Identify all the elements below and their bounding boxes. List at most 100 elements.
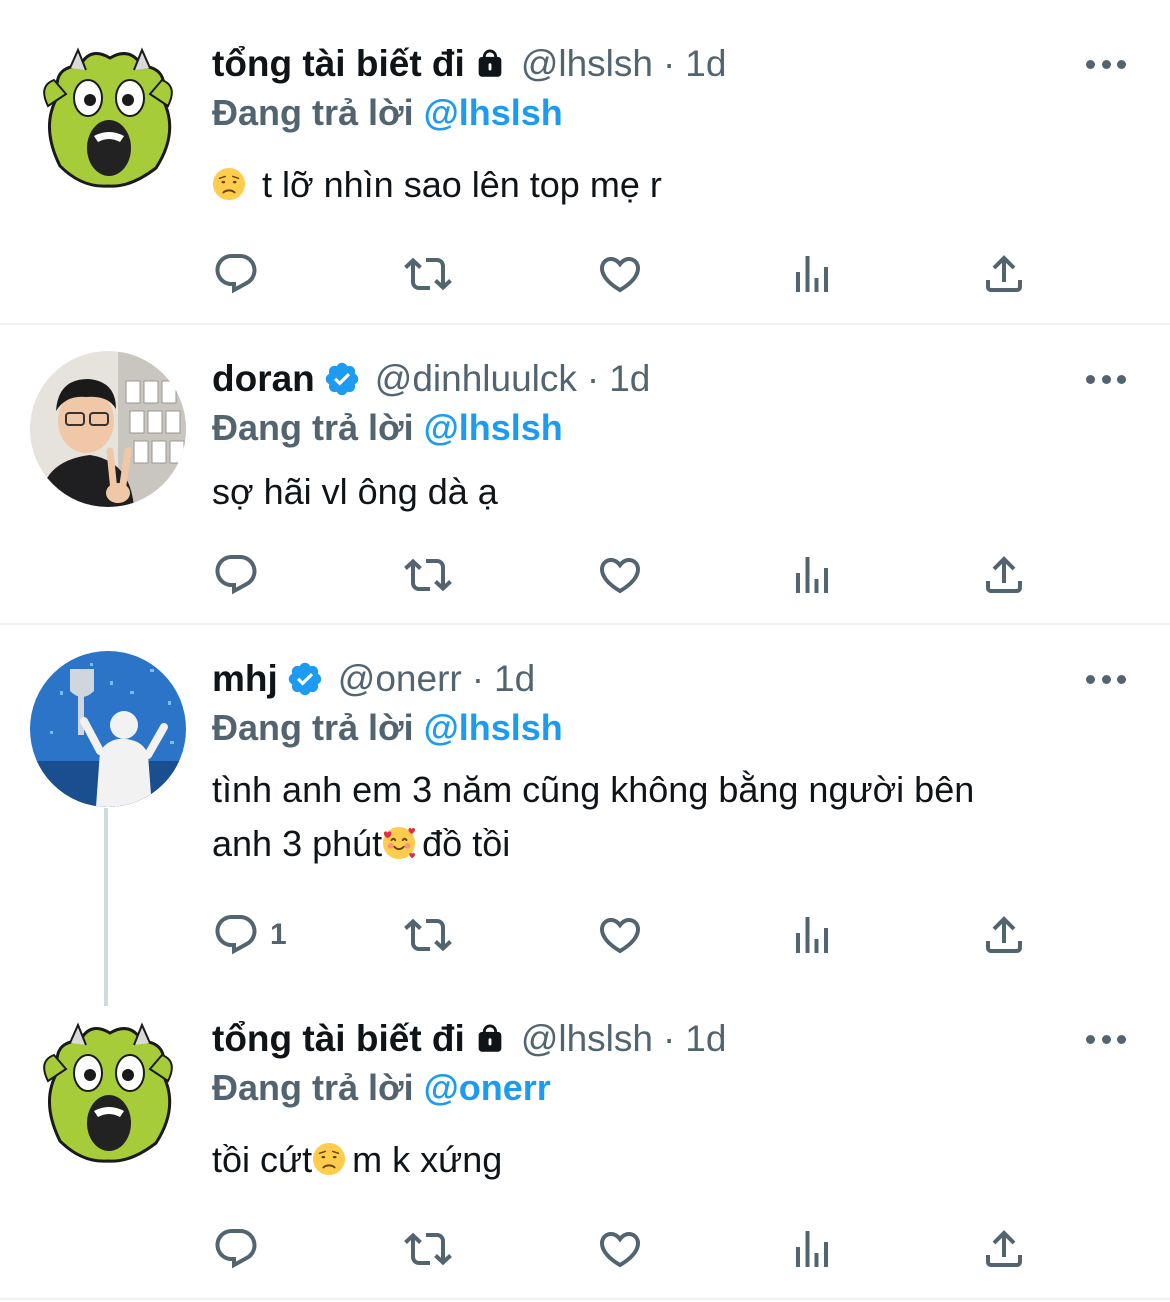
disappointed-face-icon: [312, 1142, 346, 1176]
replying-to: Đang trả lời @lhslsh: [212, 707, 563, 749]
avatar[interactable]: [30, 1011, 186, 1167]
share-button[interactable]: [980, 551, 1028, 599]
more-icon[interactable]: [1086, 1033, 1126, 1045]
retweet-button[interactable]: [404, 250, 452, 298]
tweet-text-part: m k xứng: [352, 1139, 503, 1180]
mention-link[interactable]: @lhslsh: [424, 707, 563, 748]
tweet-text-line-2: anh 3 phút đồ tồi: [212, 817, 1112, 871]
tweet-text-line-1: tình anh em 3 năm cũng không bằng người …: [212, 769, 975, 810]
username-handle[interactable]: @dinhluulck: [375, 358, 577, 400]
action-bar: 1: [212, 911, 1052, 959]
retweet-icon: [404, 551, 452, 599]
views-icon: [788, 551, 836, 599]
username-handle[interactable]: @onerr: [338, 658, 462, 700]
reply-count: 1: [270, 918, 287, 951]
views-button[interactable]: [788, 1225, 836, 1273]
like-button[interactable]: [596, 911, 644, 959]
verified-badge-icon: [286, 660, 324, 698]
action-bar: [212, 1225, 1052, 1273]
replying-to: Đang trả lời @lhslsh: [212, 407, 563, 449]
more-icon[interactable]: [1086, 58, 1126, 70]
display-name[interactable]: mhj: [212, 658, 278, 700]
replying-prefix: Đang trả lời: [212, 92, 414, 133]
action-bar: [212, 250, 1052, 298]
retweet-button[interactable]: [404, 551, 452, 599]
avatar[interactable]: [30, 36, 186, 192]
action-bar: [212, 551, 1052, 599]
mention-link[interactable]: @lhslsh: [424, 92, 563, 133]
like-button[interactable]: [596, 551, 644, 599]
like-button[interactable]: [596, 1225, 644, 1273]
retweet-icon: [404, 911, 452, 959]
reply-icon: [212, 551, 260, 599]
share-button[interactable]: [980, 250, 1028, 298]
tweet-2[interactable]: doran @dinhluulck · 1d Đang trả lời @lhs…: [0, 325, 1170, 624]
share-button[interactable]: [980, 1225, 1028, 1273]
separator-dot: ·: [662, 1018, 676, 1059]
timestamp[interactable]: 1d: [494, 658, 535, 700]
retweet-icon: [404, 250, 452, 298]
like-icon: [596, 911, 644, 959]
retweet-button[interactable]: [404, 1225, 452, 1273]
tweet-text-part: anh 3 phút: [212, 823, 383, 864]
username-handle[interactable]: @lhslsh: [521, 1018, 653, 1060]
reply-button[interactable]: [212, 1225, 260, 1273]
tweet-text: tồi cứt m k xứng: [212, 1133, 1112, 1187]
disappointed-face-icon: [212, 167, 246, 201]
reply-button[interactable]: [212, 551, 260, 599]
display-name[interactable]: tổng tài biết đi: [212, 43, 465, 85]
tweet-text: sợ hãi vl ông dà ạ: [212, 471, 498, 512]
tweet-text: t lỡ nhìn sao lên top mẹ r: [212, 158, 1112, 212]
views-button[interactable]: [788, 250, 836, 298]
tweet-text-part: tồi cứt: [212, 1139, 313, 1180]
username-handle[interactable]: @lhslsh: [521, 43, 653, 85]
views-button[interactable]: [788, 911, 836, 959]
mention-link[interactable]: @lhslsh: [424, 407, 563, 448]
more-icon[interactable]: [1086, 373, 1126, 385]
share-icon: [980, 551, 1028, 599]
retweet-button[interactable]: [404, 911, 452, 959]
timestamp[interactable]: 1d: [685, 1018, 726, 1060]
separator-dot: ·: [662, 43, 676, 84]
lock-icon: [473, 46, 507, 82]
replying-prefix: Đang trả lời: [212, 407, 414, 448]
separator-dot: ·: [471, 658, 485, 699]
tweet-1[interactable]: tổng tài biết đi @lhslsh · 1d Đang trả l…: [0, 0, 1170, 324]
share-button[interactable]: [980, 911, 1028, 959]
like-button[interactable]: [596, 250, 644, 298]
like-icon: [596, 250, 644, 298]
views-icon: [788, 1225, 836, 1273]
reply-button[interactable]: [212, 250, 260, 298]
display-name[interactable]: tổng tài biết đi: [212, 1018, 465, 1060]
lock-icon: [473, 1021, 507, 1057]
timestamp[interactable]: 1d: [609, 358, 650, 400]
replying-prefix: Đang trả lời: [212, 707, 414, 748]
display-name[interactable]: doran: [212, 358, 315, 400]
timestamp[interactable]: 1d: [685, 43, 726, 85]
tweet-text-part: đồ tồi: [422, 823, 511, 864]
tweet-4[interactable]: tổng tài biết đi @lhslsh · 1d Đang trả l…: [0, 1005, 1170, 1302]
like-icon: [596, 551, 644, 599]
views-icon: [788, 911, 836, 959]
reply-icon: [212, 250, 260, 298]
mention-link[interactable]: @onerr: [424, 1067, 551, 1108]
reply-button[interactable]: 1: [212, 911, 287, 959]
retweet-icon: [404, 1225, 452, 1273]
reply-icon: [212, 911, 260, 959]
share-icon: [980, 1225, 1028, 1273]
tweet-text: tình anh em 3 năm cũng không bằng người …: [212, 763, 1112, 871]
avatar[interactable]: [30, 351, 186, 507]
smiling-face-with-hearts-icon: [382, 826, 416, 860]
avatar[interactable]: [30, 651, 186, 807]
more-icon[interactable]: [1086, 673, 1126, 685]
divider: [0, 1298, 1170, 1300]
views-icon: [788, 250, 836, 298]
replying-to: Đang trả lời @lhslsh: [212, 92, 563, 134]
verified-badge-icon: [323, 360, 361, 398]
like-icon: [596, 1225, 644, 1273]
tweet-3[interactable]: mhj @onerr · 1d Đang trả lời @lhslsh tìn…: [0, 625, 1170, 1005]
share-icon: [980, 911, 1028, 959]
views-button[interactable]: [788, 551, 836, 599]
separator-dot: ·: [586, 358, 600, 399]
share-icon: [980, 250, 1028, 298]
